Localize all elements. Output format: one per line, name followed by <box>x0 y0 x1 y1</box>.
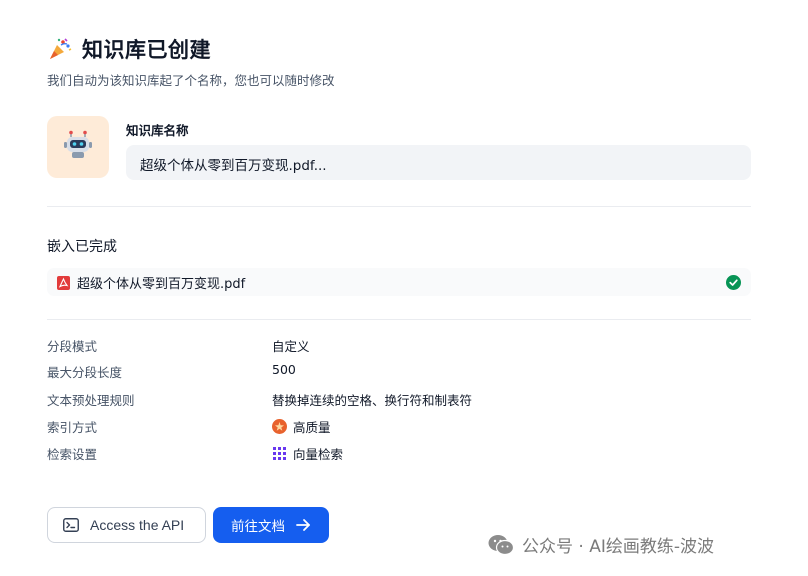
setting-label: 索引方式 <box>47 420 98 435</box>
setting-value: 自定义 <box>272 336 310 355</box>
setting-value-text: 向量检索 <box>293 447 344 462</box>
setting-value-text: 高质量 <box>293 420 331 435</box>
vector-search-icon <box>272 446 287 461</box>
setting-row-preprocess: 文本预处理规则 替换掉连续的空格、换行符和制表符 <box>47 390 547 410</box>
setting-value: 高质量 <box>272 417 331 436</box>
go-to-docs-button[interactable]: 前往文档 <box>213 507 329 543</box>
knowledge-avatar[interactable] <box>47 116 109 178</box>
file-item: 超级个体从零到百万变现.pdf <box>47 268 751 296</box>
access-api-button[interactable]: Access the API <box>47 507 206 543</box>
wechat-icon <box>488 534 515 556</box>
setting-row-max-length: 最大分段长度 500 <box>47 362 547 382</box>
setting-row-retrieval: 检索设置 向量检索 <box>47 444 547 464</box>
divider <box>47 206 751 207</box>
arrow-right-icon <box>296 518 311 532</box>
setting-label: 分段模式 <box>47 339 98 354</box>
setting-value: 替换掉连续的空格、换行符和制表符 <box>272 390 472 409</box>
setting-label: 最大分段长度 <box>47 365 123 380</box>
embedding-status-title: 嵌入已完成 <box>47 239 117 255</box>
watermark-text: 公众号 · AI绘画教练-波波 <box>522 537 714 557</box>
high-quality-icon <box>272 419 287 434</box>
check-circle-icon <box>726 274 741 290</box>
go-to-docs-label: 前往文档 <box>231 519 285 535</box>
page-subtitle: 我们自动为该知识库起了个名称，您也可以随时修改 <box>47 73 335 88</box>
setting-value-text: 500 <box>272 362 296 377</box>
setting-row-segment-mode: 分段模式 自定义 <box>47 336 547 356</box>
knowledge-name-section: 知识库名称 超级个体从零到百万变现.pdf... <box>47 116 751 180</box>
terminal-icon <box>63 518 79 532</box>
header: 知识库已创建 我们自动为该知识库起了个名称，您也可以随时修改 <box>47 34 335 89</box>
setting-value: 500 <box>272 362 296 377</box>
setting-value-text: 替换掉连续的空格、换行符和制表符 <box>272 393 473 408</box>
title-row: 知识库已创建 <box>48 34 335 64</box>
setting-row-index-mode: 索引方式 高质量 <box>47 417 547 437</box>
file-name: 超级个体从零到百万变现.pdf <box>77 276 246 292</box>
party-popper-icon <box>48 37 72 61</box>
page-title: 知识库已创建 <box>82 38 211 62</box>
access-api-label: Access the API <box>90 517 185 533</box>
knowledge-name-label: 知识库名称 <box>126 123 189 138</box>
knowledge-name-input[interactable]: 超级个体从零到百万变现.pdf... <box>126 145 751 180</box>
setting-label: 检索设置 <box>47 447 98 462</box>
pdf-icon <box>57 275 70 290</box>
setting-value-text: 自定义 <box>272 339 310 354</box>
divider <box>47 319 751 320</box>
setting-value: 向量检索 <box>272 444 343 463</box>
robot-icon <box>63 130 93 164</box>
setting-label: 文本预处理规则 <box>47 393 135 408</box>
watermark: 公众号 · AI绘画教练-波波 <box>488 532 714 557</box>
